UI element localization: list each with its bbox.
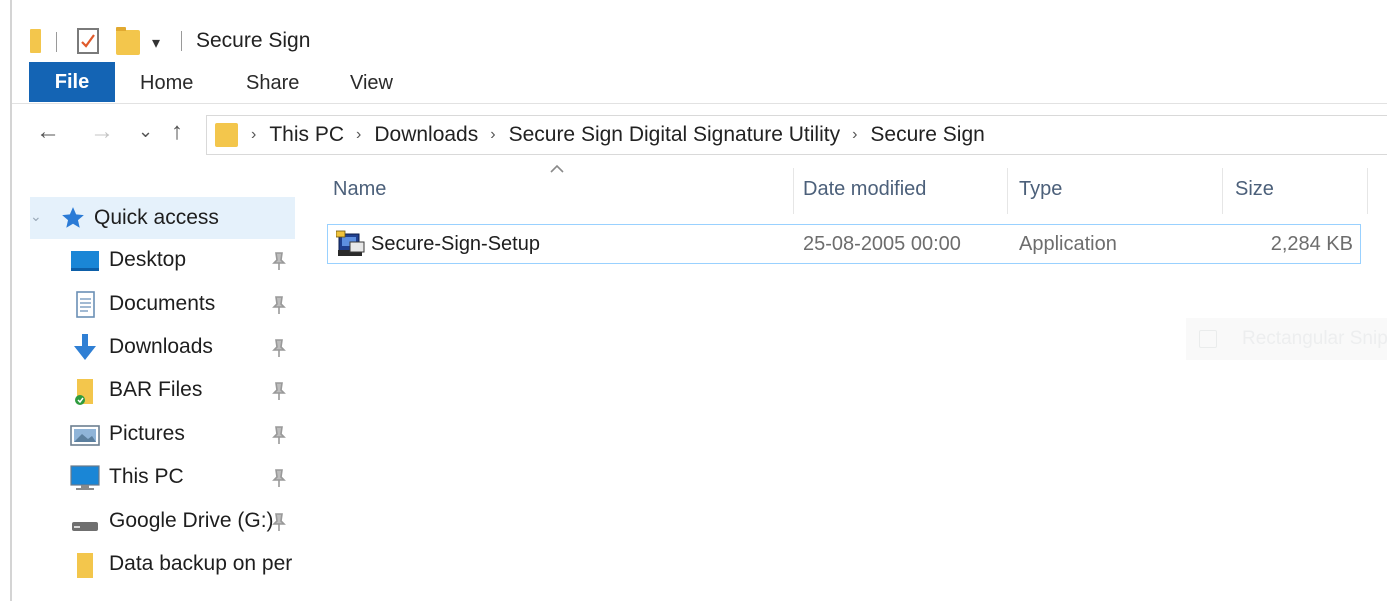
sidebar-item-label: Quick access xyxy=(94,206,219,229)
pin-icon[interactable] xyxy=(270,512,288,532)
sidebar-item-desktop[interactable]: Desktop xyxy=(70,243,300,279)
new-folder-icon[interactable] xyxy=(116,27,140,55)
breadcrumb-separator-icon[interactable]: › xyxy=(490,126,495,144)
star-icon xyxy=(62,207,84,228)
sidebar-item-google-drive[interactable]: Google Drive (G:) xyxy=(70,504,300,540)
column-header-name[interactable]: Name xyxy=(333,178,386,201)
file-type: Application xyxy=(1019,233,1117,255)
file-name: Secure-Sign-Setup xyxy=(371,233,540,255)
sort-ascending-icon[interactable] xyxy=(549,164,565,174)
column-divider[interactable] xyxy=(793,168,794,214)
synced-folder-icon xyxy=(75,379,93,405)
sidebar-item-bar-files[interactable]: BAR Files xyxy=(70,373,300,409)
snip-icon xyxy=(1199,330,1217,348)
pin-icon[interactable] xyxy=(270,468,288,488)
sidebar-item-downloads[interactable]: Downloads xyxy=(70,330,300,366)
sidebar-item-label: Data backup on per xyxy=(109,552,293,575)
snip-tooltip: Rectangular Snip xyxy=(1186,318,1387,360)
sidebar-item-label: Google Drive (G:) xyxy=(109,509,274,532)
downloads-icon xyxy=(74,334,96,360)
breadcrumb: › This PC › Downloads › Secure Sign Digi… xyxy=(251,116,985,154)
chevron-down-icon[interactable]: ⌄ xyxy=(30,208,42,225)
drive-icon xyxy=(72,522,98,531)
pin-icon[interactable] xyxy=(270,295,288,315)
properties-icon[interactable] xyxy=(77,28,99,54)
column-divider[interactable] xyxy=(1222,168,1223,214)
pictures-icon xyxy=(70,425,100,446)
breadcrumb-secure-sign[interactable]: Secure Sign xyxy=(870,123,984,147)
navigation-pane: ⌄ Quick access Desktop Documents Downloa… xyxy=(12,175,300,601)
sidebar-item-pictures[interactable]: Pictures xyxy=(70,417,300,453)
sidebar-item-this-pc[interactable]: This PC xyxy=(70,460,300,496)
breadcrumb-downloads[interactable]: Downloads xyxy=(374,123,478,147)
sidebar-item-quick-access[interactable]: ⌄ Quick access xyxy=(30,197,295,239)
address-folder-icon xyxy=(215,123,238,147)
file-row-secure-sign-setup[interactable]: Secure-Sign-Setup 25-08-2005 00:00 Appli… xyxy=(327,224,1361,264)
folder-icon xyxy=(77,553,93,578)
breadcrumb-secure-sign-utility[interactable]: Secure Sign Digital Signature Utility xyxy=(509,123,841,147)
file-date-modified: 25-08-2005 00:00 xyxy=(803,233,961,255)
sidebar-item-label: Downloads xyxy=(109,335,213,358)
sidebar-item-label: Pictures xyxy=(109,422,185,445)
toolbar-separator xyxy=(181,31,182,51)
tab-file[interactable]: File xyxy=(29,62,115,102)
customize-toolbar-dropdown-icon[interactable]: ▾ xyxy=(152,33,160,53)
pin-icon[interactable] xyxy=(270,381,288,401)
breadcrumb-separator-icon[interactable]: › xyxy=(356,126,361,144)
column-header-date-modified[interactable]: Date modified xyxy=(803,178,926,201)
window-title: Secure Sign xyxy=(196,29,311,52)
desktop-icon xyxy=(71,251,99,271)
pin-icon[interactable] xyxy=(270,425,288,445)
sidebar-item-label: Desktop xyxy=(109,248,187,271)
sidebar-item-label: Documents xyxy=(109,292,216,315)
pin-icon[interactable] xyxy=(270,251,288,271)
sidebar-item-data-backup[interactable]: Data backup on per xyxy=(70,547,300,583)
breadcrumb-this-pc[interactable]: This PC xyxy=(269,123,344,147)
breadcrumb-separator-icon[interactable]: › xyxy=(852,126,857,144)
column-header-type[interactable]: Type xyxy=(1019,178,1062,201)
sidebar-item-label: BAR Files xyxy=(109,378,203,401)
tab-share[interactable]: Share xyxy=(246,72,299,95)
ribbon-divider xyxy=(12,103,1387,104)
sidebar-item-label: This PC xyxy=(109,465,184,488)
breadcrumb-separator-icon[interactable]: › xyxy=(251,126,256,144)
pin-icon[interactable] xyxy=(270,338,288,358)
documents-icon xyxy=(76,291,95,318)
window-folder-icon xyxy=(30,29,41,53)
tab-home[interactable]: Home xyxy=(140,72,193,95)
sidebar-item-documents[interactable]: Documents xyxy=(70,287,300,323)
this-pc-icon xyxy=(70,465,100,490)
tab-view[interactable]: View xyxy=(350,72,393,95)
column-divider[interactable] xyxy=(1367,168,1368,214)
column-header-size[interactable]: Size xyxy=(1235,178,1274,201)
toolbar-separator xyxy=(56,32,57,52)
installer-icon xyxy=(336,230,365,256)
address-bar[interactable]: › This PC › Downloads › Secure Sign Digi… xyxy=(206,115,1387,155)
file-size: 2,284 KB xyxy=(1270,233,1353,255)
forward-button[interactable]: → xyxy=(90,120,114,144)
up-button[interactable]: ↑ xyxy=(171,120,183,144)
recent-locations-button[interactable]: ⌄ xyxy=(138,122,153,140)
snip-tooltip-label: Rectangular Snip xyxy=(1242,328,1387,349)
back-button[interactable]: ← xyxy=(36,120,60,144)
column-divider[interactable] xyxy=(1007,168,1008,214)
